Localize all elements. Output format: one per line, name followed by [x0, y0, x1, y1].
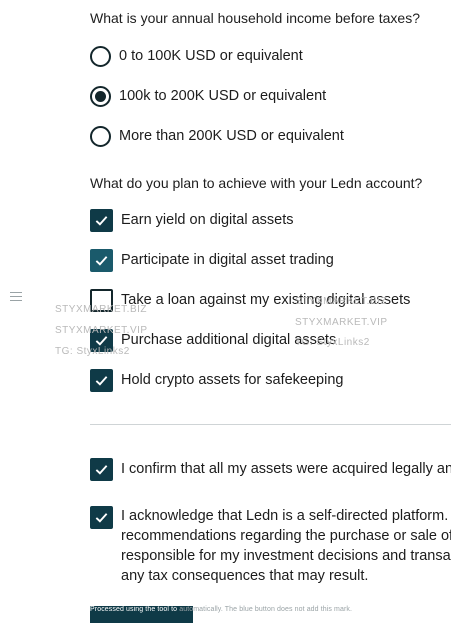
income-option-0-100k[interactable]: 0 to 100K USD or equivalent [90, 44, 303, 68]
confirm-legal-label: I confirm that all my assets were acquir… [121, 461, 451, 477]
income-option-label: 100k to 200K USD or equivalent [119, 88, 327, 104]
checkbox-checked-icon[interactable] [90, 457, 113, 481]
income-option-200k-plus[interactable]: More than 200K USD or equivalent [90, 124, 344, 148]
checkbox-checked-icon[interactable] [90, 368, 113, 392]
footer-note-end: automatically. The blue button does not … [179, 606, 353, 613]
footer-note: Processed using the tool to automaticall… [90, 606, 352, 613]
goal-option-earn-yield[interactable]: Earn yield on digital assets [90, 208, 294, 232]
watermark-text: STYXMARKET.VIP [55, 325, 148, 336]
radio-icon[interactable] [90, 125, 111, 147]
watermark-text: STYXMARKET.BIZ [55, 304, 148, 315]
income-option-label: 0 to 100K USD or equivalent [119, 48, 303, 64]
confirm-self-directed-checkbox-row[interactable] [90, 505, 113, 529]
watermark-text: STYXMARKET.BIZ [295, 296, 388, 307]
hamburger-menu-icon[interactable] [10, 292, 22, 304]
checkbox-checked-icon[interactable] [90, 505, 113, 529]
income-option-label: More than 200K USD or equivalent [119, 128, 344, 144]
goal-option-label: Hold crypto assets for safekeeping [121, 372, 344, 388]
watermark-text: TG: StyxLinks2 [55, 346, 130, 357]
confirm-line: responsible for my investment decisions … [121, 548, 451, 564]
goal-option-trading[interactable]: Participate in digital asset trading [90, 248, 334, 272]
confirm-line: any tax consequences that may result. [121, 568, 369, 584]
confirm-self-directed-label: I acknowledge that Ledn is a self-direct… [121, 506, 451, 586]
goals-question: What do you plan to achieve with your Le… [90, 175, 423, 191]
goal-option-label: Earn yield on digital assets [121, 212, 294, 228]
confirm-line: I acknowledge that Ledn is a self-direct… [121, 508, 449, 524]
income-option-100k-200k[interactable]: 100k to 200K USD or equivalent [90, 84, 326, 108]
checkbox-checked-icon[interactable] [90, 208, 113, 232]
income-question: What is your annual household income bef… [90, 10, 420, 26]
confirm-line: recommendations regarding the purchase o… [121, 528, 451, 544]
section-divider [90, 424, 451, 425]
watermark-text: STYXMARKET.VIP [295, 317, 388, 328]
goal-option-label: Participate in digital asset trading [121, 252, 334, 268]
goal-option-safekeeping[interactable]: Hold crypto assets for safekeeping [90, 368, 343, 392]
checkbox-checked-icon[interactable] [90, 248, 113, 272]
footer-note-start: Processed using the tool to [90, 606, 178, 613]
confirm-legal-acquisition[interactable]: I confirm that all my assets were acquir… [90, 457, 451, 481]
radio-selected-icon[interactable] [90, 85, 111, 107]
radio-icon[interactable] [90, 45, 111, 67]
watermark-text: TG: StyxLinks2 [295, 337, 370, 348]
